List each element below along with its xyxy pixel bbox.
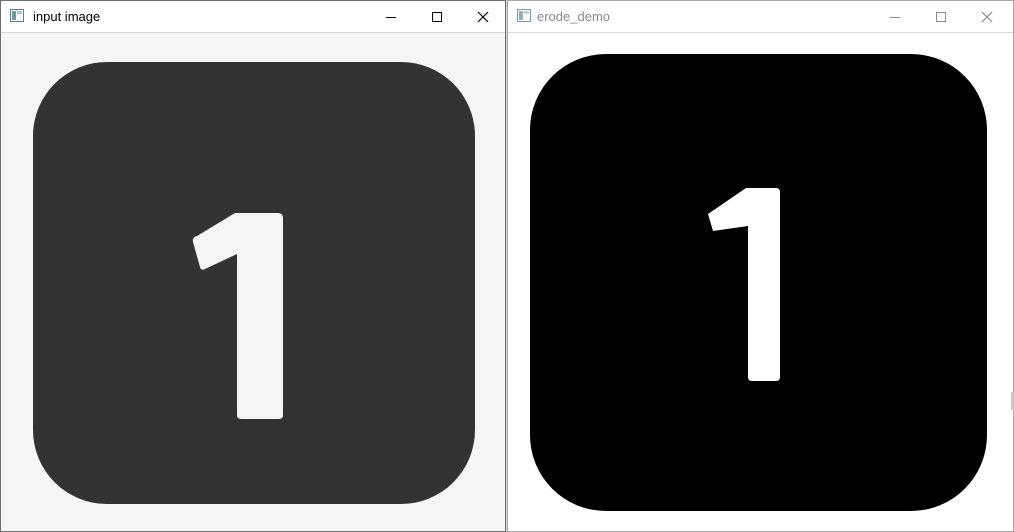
minimize-icon — [386, 16, 396, 18]
window-app-icon — [517, 9, 531, 22]
maximize-icon — [432, 11, 442, 22]
input-image-titlebar[interactable]: input image — [1, 1, 505, 33]
window-title: input image — [33, 9, 101, 24]
erode-demo-canvas — [508, 33, 1013, 531]
erode-demo-titlebar[interactable]: erode_demo — [508, 1, 1013, 33]
maximize-button[interactable] — [414, 1, 460, 32]
input-image-canvas — [1, 33, 505, 531]
maximize-icon — [936, 11, 946, 22]
minimize-button[interactable] — [872, 1, 918, 32]
window-title: erode_demo — [537, 9, 610, 24]
erode-demo-window[interactable]: erode_demo — [507, 0, 1014, 532]
close-button[interactable] — [964, 1, 1010, 32]
minimize-icon — [890, 16, 900, 18]
close-icon — [477, 11, 489, 22]
number-one-tile-image — [33, 62, 475, 504]
input-image-window[interactable]: input image — [0, 0, 506, 532]
minimize-button[interactable] — [368, 1, 414, 32]
close-icon — [981, 11, 993, 22]
maximize-button[interactable] — [918, 1, 964, 32]
eroded-number-one-tile-image — [530, 54, 987, 511]
window-app-icon — [10, 9, 24, 22]
close-button[interactable] — [460, 1, 505, 32]
